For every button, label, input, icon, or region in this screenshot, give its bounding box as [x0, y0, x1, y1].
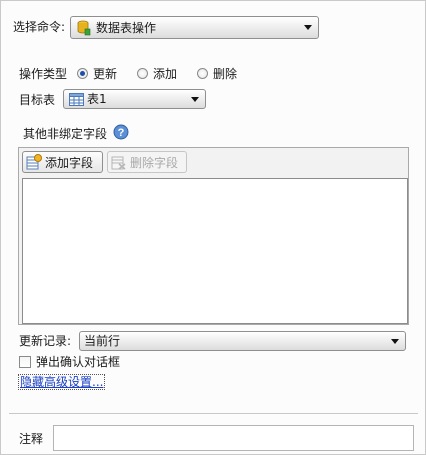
delete-field-label: 删除字段	[130, 155, 179, 170]
note-label: 注释	[19, 432, 44, 446]
update-record-value: 当前行	[84, 334, 121, 348]
fields-list[interactable]	[22, 178, 408, 324]
fields-label: 其他非绑定字段	[23, 127, 108, 141]
update-record-select[interactable]: 当前行	[79, 331, 406, 351]
note-input[interactable]	[53, 425, 414, 451]
radio-add[interactable]	[137, 68, 148, 79]
confirm-dialog-checkbox[interactable]	[19, 356, 31, 368]
hide-advanced-link[interactable]: 隐藏高级设置...	[18, 374, 106, 390]
add-field-button[interactable]: 添加字段	[22, 151, 103, 173]
radio-add-label[interactable]: 添加	[153, 66, 177, 82]
radio-update-label[interactable]: 更新	[93, 66, 117, 82]
target-label: 目标表	[19, 93, 56, 107]
command-select[interactable]: 数据表操作	[70, 16, 319, 39]
target-select[interactable]: 表1	[63, 89, 206, 109]
chevron-down-icon	[191, 96, 199, 102]
table-grid-icon	[69, 93, 84, 106]
radio-update[interactable]	[77, 68, 88, 79]
add-field-icon	[26, 154, 42, 170]
dialog-frame: 选择命令: 数据表操作 操作类型 更新 添加 删除 目标表 表1 其他非绑定字段…	[0, 0, 426, 455]
chevron-down-icon	[391, 338, 399, 344]
delete-field-icon	[111, 154, 127, 170]
command-value: 数据表操作	[96, 20, 157, 35]
delete-field-button[interactable]: 删除字段	[107, 151, 187, 173]
separator	[9, 413, 418, 414]
radio-delete[interactable]	[197, 68, 208, 79]
question-help-icon[interactable]: ?	[113, 124, 129, 140]
fields-panel: 添加字段 删除字段	[18, 147, 409, 325]
operation-label: 操作类型	[19, 67, 68, 81]
radio-delete-label[interactable]: 删除	[213, 66, 237, 82]
add-field-label: 添加字段	[45, 155, 94, 170]
update-record-label: 更新记录:	[19, 334, 72, 348]
chevron-down-icon	[304, 25, 312, 30]
svg-text:?: ?	[118, 127, 125, 139]
command-label: 选择命令:	[13, 20, 66, 34]
confirm-dialog-label[interactable]: 弹出确认对话框	[36, 354, 120, 370]
database-cylinder-icon	[77, 20, 91, 36]
